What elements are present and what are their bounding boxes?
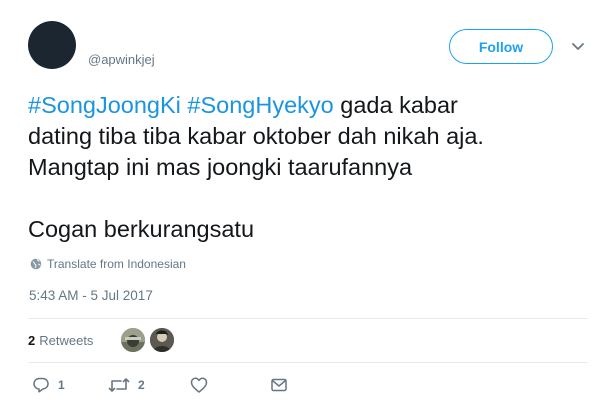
retweet-action-count: 2 bbox=[138, 378, 145, 392]
retweet-button[interactable]: 2 bbox=[108, 376, 145, 394]
like-button[interactable] bbox=[190, 376, 216, 394]
tweet-timestamp[interactable]: 5:43 AM - 5 Jul 2017 bbox=[29, 288, 153, 303]
tweet-line-3: Mangtap ini mas joongki taarufannya bbox=[28, 154, 413, 180]
retweet-icon bbox=[108, 378, 130, 392]
translate-link[interactable]: Translate from Indonesian bbox=[30, 257, 186, 271]
retweeter-avatar[interactable] bbox=[121, 328, 145, 352]
retweet-stat-count: 2 bbox=[28, 333, 36, 348]
tweet-line-1: #SongJoongKi #SongHyekyo gada kabar bbox=[28, 90, 588, 121]
follow-button[interactable]: Follow bbox=[449, 29, 553, 64]
globe-icon bbox=[30, 258, 42, 270]
divider bbox=[28, 318, 588, 319]
hashtag-songhyekyo[interactable]: #SongHyekyo bbox=[187, 92, 333, 118]
like-icon bbox=[190, 377, 208, 393]
user-handle[interactable]: @apwinkjej bbox=[88, 52, 155, 67]
translate-label: Translate from Indonesian bbox=[47, 257, 186, 271]
retweeter-avatar[interactable] bbox=[150, 328, 174, 352]
direct-message-icon bbox=[271, 378, 287, 392]
hashtag-songjoongki[interactable]: #SongJoongKi bbox=[28, 92, 181, 118]
reply-count: 1 bbox=[58, 378, 65, 392]
divider bbox=[28, 362, 588, 363]
direct-message-button[interactable] bbox=[270, 376, 288, 394]
reply-button[interactable]: 1 bbox=[32, 376, 65, 394]
tweet-text: #SongJoongKi #SongHyekyo gada kabar dati… bbox=[28, 90, 588, 245]
tweet-line-1-text: gada kabar bbox=[333, 92, 458, 118]
retweet-stat-label: Retweets bbox=[39, 333, 94, 348]
tweet-line-2: dating tiba tiba kabar oktober dah nikah… bbox=[28, 123, 484, 149]
tweet-line-4: Cogan berkurangsatu bbox=[28, 216, 255, 242]
chevron-down-icon[interactable] bbox=[571, 40, 585, 52]
user-avatar[interactable] bbox=[28, 21, 76, 69]
retweet-stats[interactable]: 2 Retweets bbox=[28, 333, 93, 348]
reply-icon bbox=[33, 377, 49, 393]
